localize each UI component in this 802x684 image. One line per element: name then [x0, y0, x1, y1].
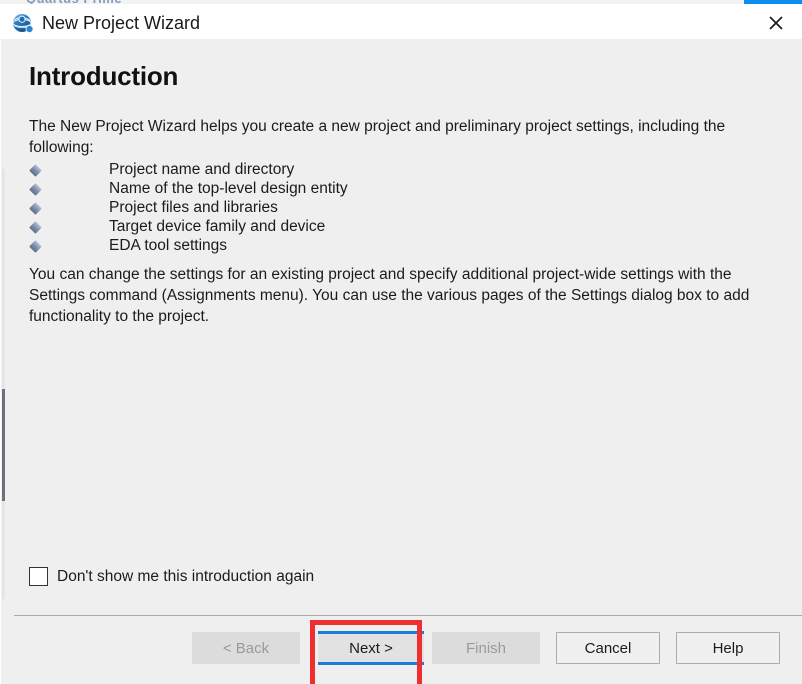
- diamond-bullet-icon: [29, 183, 42, 196]
- cancel-button[interactable]: Cancel: [556, 632, 660, 664]
- list-item: Name of the top-level design entity: [29, 180, 729, 199]
- list-item-label: Project files and libraries: [109, 199, 278, 216]
- diamond-bullet-icon: [29, 240, 42, 253]
- list-item: Project name and directory: [29, 161, 729, 180]
- next-button[interactable]: Next >: [318, 631, 424, 665]
- dont-show-again-label[interactable]: Don't show me this introduction again: [57, 566, 314, 587]
- dont-show-again-checkbox[interactable]: [29, 567, 48, 586]
- next-button-label: Next >: [349, 639, 393, 657]
- left-scroll-track[interactable]: [2, 169, 5, 599]
- finish-button-label: Finish: [465, 639, 506, 657]
- content-left-edge: [0, 39, 1, 684]
- close-icon: ✕: [760, 0, 774, 1]
- left-scroll-thumb[interactable]: [2, 389, 5, 501]
- footer-separator: [14, 615, 802, 616]
- page-title: Introduction: [29, 61, 179, 91]
- diamond-bullet-icon: [29, 221, 42, 234]
- help-button-label: Help: [712, 639, 744, 657]
- dialog-content: Introduction The New Project Wizard help…: [0, 39, 802, 684]
- finish-button[interactable]: Finish: [432, 632, 540, 664]
- diamond-bullet-icon: [29, 164, 42, 177]
- close-icon[interactable]: [760, 10, 792, 36]
- intro-paragraph: The New Project Wizard helps you create …: [29, 118, 726, 156]
- help-button[interactable]: Help: [676, 632, 780, 664]
- diamond-bullet-icon: [29, 202, 42, 215]
- new-project-wizard-dialog: Quartus Prime ✕: [0, 0, 802, 684]
- quartus-globe-icon: [12, 13, 34, 35]
- back-button[interactable]: < Back: [192, 632, 300, 664]
- dialog-title: New Project Wizard: [42, 13, 201, 33]
- list-item-label: Project name and directory: [109, 161, 295, 178]
- feature-bullet-list: Project name and directory Name of the t…: [29, 161, 729, 256]
- list-item: Project files and libraries: [29, 199, 729, 218]
- list-item-label: Target device family and device: [109, 218, 326, 235]
- list-item: EDA tool settings: [29, 237, 729, 256]
- list-item-label: EDA tool settings: [109, 237, 228, 254]
- back-button-label: < Back: [222, 639, 270, 657]
- list-item-label: Name of the top-level design entity: [109, 180, 348, 197]
- cancel-button-label: Cancel: [584, 639, 632, 657]
- list-item: Target device family and device: [29, 218, 729, 237]
- dialog-titlebar: New Project Wizard: [0, 4, 802, 39]
- closing-paragraph: You can change the settings for an exist…: [29, 266, 750, 325]
